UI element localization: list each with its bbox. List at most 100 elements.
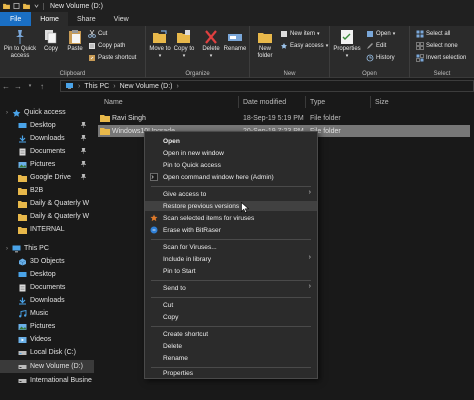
menu-item-delete[interactable]: Delete	[145, 341, 317, 351]
copy-to-button[interactable]: Copy to ▾	[172, 29, 196, 60]
video-icon	[18, 336, 27, 343]
copy-path-button[interactable]: Copy path	[88, 42, 125, 50]
edit-button[interactable]: Edit	[366, 42, 386, 50]
folder-icon	[18, 213, 27, 221]
nav-item-pictures-pc[interactable]: Pictures	[0, 320, 94, 333]
menu-item-create-shortcut[interactable]: Create shortcut	[145, 329, 317, 339]
easy-access-button[interactable]: Easy access ▾	[280, 42, 328, 50]
nav-item-international-business[interactable]: International Busine	[0, 374, 94, 387]
column-divider[interactable]	[238, 96, 239, 108]
menu-item-open-command-window[interactable]: Open command window here (Admin)	[145, 172, 317, 182]
column-header-size[interactable]: Size	[375, 96, 389, 108]
nav-item-downloads-pc[interactable]: Downloads	[0, 294, 94, 307]
nav-item-music[interactable]: Music	[0, 307, 94, 320]
recent-locations-icon[interactable]: ▾	[24, 83, 36, 89]
column-header-name[interactable]: Name	[104, 96, 123, 108]
nav-item-downloads[interactable]: Downloads	[0, 132, 94, 145]
open-button[interactable]: Open ▾	[366, 30, 395, 38]
menu-item-properties[interactable]: Properties	[145, 368, 317, 378]
breadcrumb-this-pc[interactable]: This PC	[84, 83, 109, 90]
menu-item-pin-to-start[interactable]: Pin to Start	[145, 266, 317, 276]
menu-item-open[interactable]: Open	[145, 136, 317, 146]
back-arrow-icon[interactable]: ←	[0, 82, 12, 91]
new-folder-icon[interactable]	[23, 3, 30, 9]
nav-item-documents[interactable]: Documents	[0, 145, 94, 158]
chevron-down-icon: ▾	[317, 31, 320, 37]
open-group: Properties ▾ Open ▾ Edit History Open	[330, 26, 410, 78]
new-item-button[interactable]: New item ▾	[280, 30, 320, 38]
tab-view[interactable]: View	[105, 12, 138, 26]
breadcrumb-new-volume[interactable]: New Volume (D:)	[120, 83, 173, 90]
menu-item-send-to[interactable]: Send to ›	[145, 283, 317, 293]
file-date: 18-Sep-19 5:19 PM	[243, 114, 304, 122]
forward-arrow-icon[interactable]: →	[12, 82, 24, 91]
select-none-label: Select none	[426, 43, 458, 49]
menu-item-scan-viruses[interactable]: Scan selected items for viruses	[145, 213, 317, 223]
nav-item-b2b[interactable]: B2B	[0, 184, 94, 197]
menu-item-include-in-library[interactable]: Include in library ›	[145, 254, 317, 264]
move-to-button[interactable]: Move to ▾	[148, 29, 172, 60]
paste-shortcut-button[interactable]: Paste shortcut	[88, 54, 136, 62]
nav-item-pictures[interactable]: Pictures	[0, 158, 94, 171]
cut-button[interactable]: Cut	[88, 30, 107, 38]
menu-item-cut[interactable]: Cut	[145, 300, 317, 310]
menu-item-rename[interactable]: Rename	[145, 353, 317, 363]
properties-button[interactable]: Properties ▾	[332, 29, 362, 60]
delete-button[interactable]: Delete ▾	[200, 29, 222, 60]
copy-to-icon	[177, 30, 190, 43]
window-title: New Volume (D:)	[50, 2, 103, 10]
nav-item-daily-quaterly-1[interactable]: Daily & Quaterly W	[0, 197, 94, 210]
tab-share[interactable]: Share	[68, 12, 105, 26]
menu-item-copy[interactable]: Copy	[145, 312, 317, 322]
copy-button[interactable]: Copy	[40, 29, 62, 53]
download-icon	[19, 135, 26, 142]
pin-to-quick-access-button[interactable]: Pin to Quick access	[2, 29, 38, 60]
paste-button[interactable]: Paste	[64, 29, 86, 53]
select-all-button[interactable]: Select all	[416, 30, 450, 38]
bitraser-icon	[150, 226, 158, 234]
nav-item-local-disk-c[interactable]: Local Disk (C:)	[0, 346, 94, 359]
ribbon: Pin to Quick access Copy Paste Cut Copy …	[0, 26, 474, 78]
menu-item-give-access[interactable]: Give access to ›	[145, 189, 317, 199]
tab-home[interactable]: Home	[31, 12, 68, 26]
open-group-label: Open	[362, 71, 377, 77]
nav-item-google-drive[interactable]: Google Drive	[0, 171, 94, 184]
new-item-label: New item	[290, 31, 316, 37]
nav-item-desktop-pc[interactable]: Desktop	[0, 268, 94, 281]
nav-item-documents-pc[interactable]: Documents	[0, 281, 94, 294]
column-divider[interactable]	[305, 96, 306, 108]
menu-item-scan-for-viruses[interactable]: Scan for Viruses...	[145, 242, 317, 252]
select-none-button[interactable]: Select none	[416, 42, 458, 50]
up-arrow-icon[interactable]: ↑	[36, 82, 48, 91]
menu-item-open-new-window[interactable]: Open in new window	[145, 148, 317, 158]
menu-item-erase-bitraser[interactable]: Erase with BitRaser	[145, 225, 317, 235]
nav-item-3d-objects[interactable]: 3D Objects	[0, 255, 94, 268]
new-folder-button[interactable]: New folder	[252, 29, 278, 60]
desktop-icon	[18, 122, 27, 128]
nav-item-desktop[interactable]: Desktop	[0, 119, 94, 132]
copy-path-icon	[89, 43, 95, 49]
menu-item-label: Properties	[163, 369, 194, 377]
chevron-down-icon[interactable]	[33, 3, 40, 9]
nav-item-new-volume-d[interactable]: New Volume (D:)	[0, 360, 94, 373]
rename-button[interactable]: Rename	[222, 29, 248, 53]
tab-file[interactable]: File	[0, 12, 32, 26]
nav-item-internal[interactable]: INTERNAL	[0, 223, 94, 236]
nav-item-videos[interactable]: Videos	[0, 333, 94, 346]
nav-item-this-pc[interactable]: › This PC	[0, 242, 94, 255]
folder-icon	[18, 174, 27, 182]
properties-icon[interactable]	[13, 3, 20, 9]
history-button[interactable]: History	[366, 54, 395, 62]
table-row[interactable]: Ravi Singh 18-Sep-19 5:19 PM File folder	[98, 112, 470, 124]
folder-icon	[18, 226, 27, 234]
column-header-date[interactable]: Date modified	[243, 96, 286, 108]
menu-item-pin-quick-access[interactable]: Pin to Quick access	[145, 160, 317, 170]
nav-item-daily-quaterly-2[interactable]: Daily & Quaterly W	[0, 210, 94, 223]
address-bar[interactable]: › This PC › New Volume (D:) ›	[60, 80, 474, 92]
menu-item-restore-previous-versions[interactable]: Restore previous versions	[145, 201, 317, 211]
column-header-type[interactable]: Type	[310, 96, 325, 108]
nav-item-quick-access[interactable]: › Quick access	[0, 106, 94, 119]
invert-selection-button[interactable]: Invert selection	[416, 54, 466, 62]
menu-item-label: Erase with BitRaser	[163, 226, 221, 234]
column-divider[interactable]	[370, 96, 371, 108]
